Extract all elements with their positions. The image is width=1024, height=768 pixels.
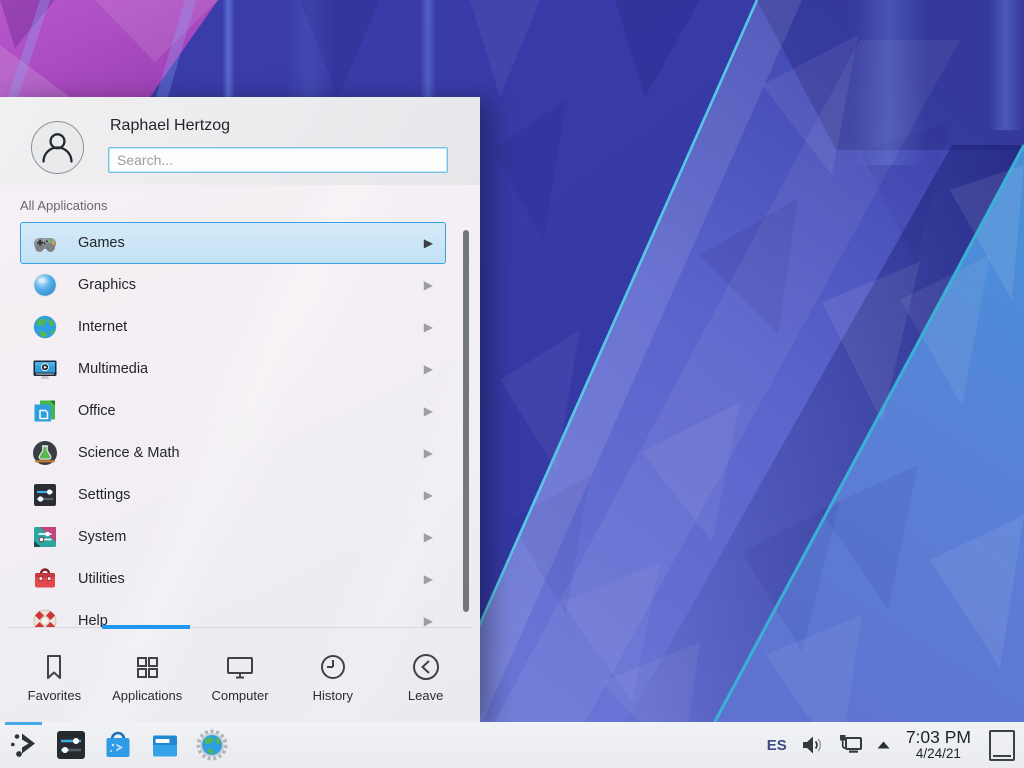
app-grid-icon bbox=[130, 650, 164, 684]
tab-label: Favorites bbox=[28, 688, 81, 703]
konqueror-browser-button[interactable] bbox=[195, 728, 229, 762]
bookmark-icon bbox=[37, 650, 71, 684]
expand-tray-icon[interactable] bbox=[876, 740, 891, 750]
sphere-icon bbox=[31, 271, 59, 299]
category-settings[interactable]: Settings ▶ bbox=[20, 474, 446, 516]
discover-button[interactable] bbox=[101, 728, 135, 762]
show-desktop-button[interactable] bbox=[989, 730, 1015, 761]
folder-icon bbox=[148, 728, 182, 762]
tab-label: Applications bbox=[112, 688, 182, 703]
chevron-right-icon: ▶ bbox=[424, 405, 433, 417]
category-help[interactable]: Help ▶ bbox=[20, 600, 446, 627]
sliders-icon bbox=[31, 481, 59, 509]
digital-clock[interactable]: 7:03 PM 4/24/21 bbox=[904, 728, 973, 761]
category-label: Science & Math bbox=[78, 445, 180, 461]
category-label: Games bbox=[78, 235, 125, 251]
category-label: Utilities bbox=[78, 571, 125, 587]
chevron-right-icon: ▶ bbox=[424, 531, 433, 543]
chevron-right-icon: ▶ bbox=[424, 237, 433, 249]
multimedia-icon bbox=[31, 355, 59, 383]
search-input[interactable] bbox=[108, 147, 448, 173]
computer-icon bbox=[223, 650, 257, 684]
launcher-active-indicator bbox=[5, 722, 42, 725]
system-tray: ES 7:03 PM bbox=[767, 728, 1015, 761]
category-graphics[interactable]: Graphics ▶ bbox=[20, 264, 446, 306]
taskbar: ES 7:03 PM bbox=[0, 722, 1024, 768]
category-games[interactable]: Games ▶ bbox=[20, 222, 446, 264]
user-avatar[interactable] bbox=[31, 121, 84, 174]
category-list: Games ▶ bbox=[0, 222, 480, 627]
chevron-right-icon: ▶ bbox=[424, 573, 433, 585]
globe-gear-icon bbox=[195, 728, 229, 762]
category-multimedia[interactable]: Multimedia ▶ bbox=[20, 348, 446, 390]
tab-favorites[interactable]: Favorites bbox=[8, 628, 101, 722]
active-tab-indicator bbox=[102, 625, 190, 629]
history-clock-icon bbox=[316, 650, 350, 684]
dolphin-file-manager-button[interactable] bbox=[148, 728, 182, 762]
chevron-right-icon: ▶ bbox=[424, 363, 433, 375]
category-label: Settings bbox=[78, 487, 130, 503]
kde-launcher-icon bbox=[7, 728, 41, 762]
network-wired-icon[interactable] bbox=[837, 733, 863, 757]
launcher-body: All Applications bbox=[0, 185, 480, 722]
tab-label: History bbox=[313, 688, 353, 703]
category-label: Office bbox=[78, 403, 116, 419]
lifebuoy-icon bbox=[31, 607, 59, 627]
chevron-right-icon: ▶ bbox=[424, 279, 433, 291]
chevron-right-icon: ▶ bbox=[424, 489, 433, 501]
tab-leave[interactable]: Leave bbox=[379, 628, 472, 722]
tab-label: Computer bbox=[211, 688, 268, 703]
leave-icon bbox=[409, 650, 443, 684]
category-label: Internet bbox=[78, 319, 127, 335]
flask-icon bbox=[31, 439, 59, 467]
system-settings-button[interactable] bbox=[54, 728, 88, 762]
kickoff-launcher-button[interactable] bbox=[7, 728, 41, 762]
category-internet[interactable]: Internet ▶ bbox=[20, 306, 446, 348]
category-system[interactable]: System ▶ bbox=[20, 516, 446, 558]
category-science-math[interactable]: Science & Math ▶ bbox=[20, 432, 446, 474]
clock-date: 4/24/21 bbox=[906, 747, 971, 762]
system-icon bbox=[31, 523, 59, 551]
discover-icon bbox=[101, 728, 135, 762]
system-settings-icon bbox=[54, 728, 88, 762]
clock-time: 7:03 PM bbox=[906, 728, 971, 747]
tab-label: Leave bbox=[408, 688, 443, 703]
keyboard-layout-indicator[interactable]: ES bbox=[767, 737, 787, 754]
section-label: All Applications bbox=[20, 198, 107, 213]
category-office[interactable]: Office ▶ bbox=[20, 390, 446, 432]
gamepad-icon bbox=[31, 229, 59, 257]
chevron-right-icon: ▶ bbox=[424, 321, 433, 333]
user-avatar-icon bbox=[32, 122, 83, 173]
office-icon bbox=[31, 397, 59, 425]
tab-applications[interactable]: Applications bbox=[101, 628, 194, 722]
application-launcher-popup: Raphael Hertzog All Applications bbox=[0, 97, 480, 722]
volume-icon[interactable] bbox=[800, 733, 824, 757]
category-utilities[interactable]: Utilities ▶ bbox=[20, 558, 446, 600]
user-name: Raphael Hertzog bbox=[110, 117, 230, 135]
tab-bar: Favorites Applications bbox=[8, 627, 472, 722]
toolbox-icon bbox=[31, 565, 59, 593]
chevron-right-icon: ▶ bbox=[424, 615, 433, 627]
launcher-header: Raphael Hertzog bbox=[0, 97, 480, 185]
tab-history[interactable]: History bbox=[286, 628, 379, 722]
chevron-right-icon: ▶ bbox=[424, 447, 433, 459]
globe-icon bbox=[31, 313, 59, 341]
tab-computer[interactable]: Computer bbox=[194, 628, 287, 722]
scrollbar[interactable] bbox=[463, 230, 469, 612]
category-label: Graphics bbox=[78, 277, 136, 293]
desktop: Raphael Hertzog All Applications bbox=[0, 0, 1024, 768]
category-label: System bbox=[78, 529, 126, 545]
category-label: Multimedia bbox=[78, 361, 148, 377]
